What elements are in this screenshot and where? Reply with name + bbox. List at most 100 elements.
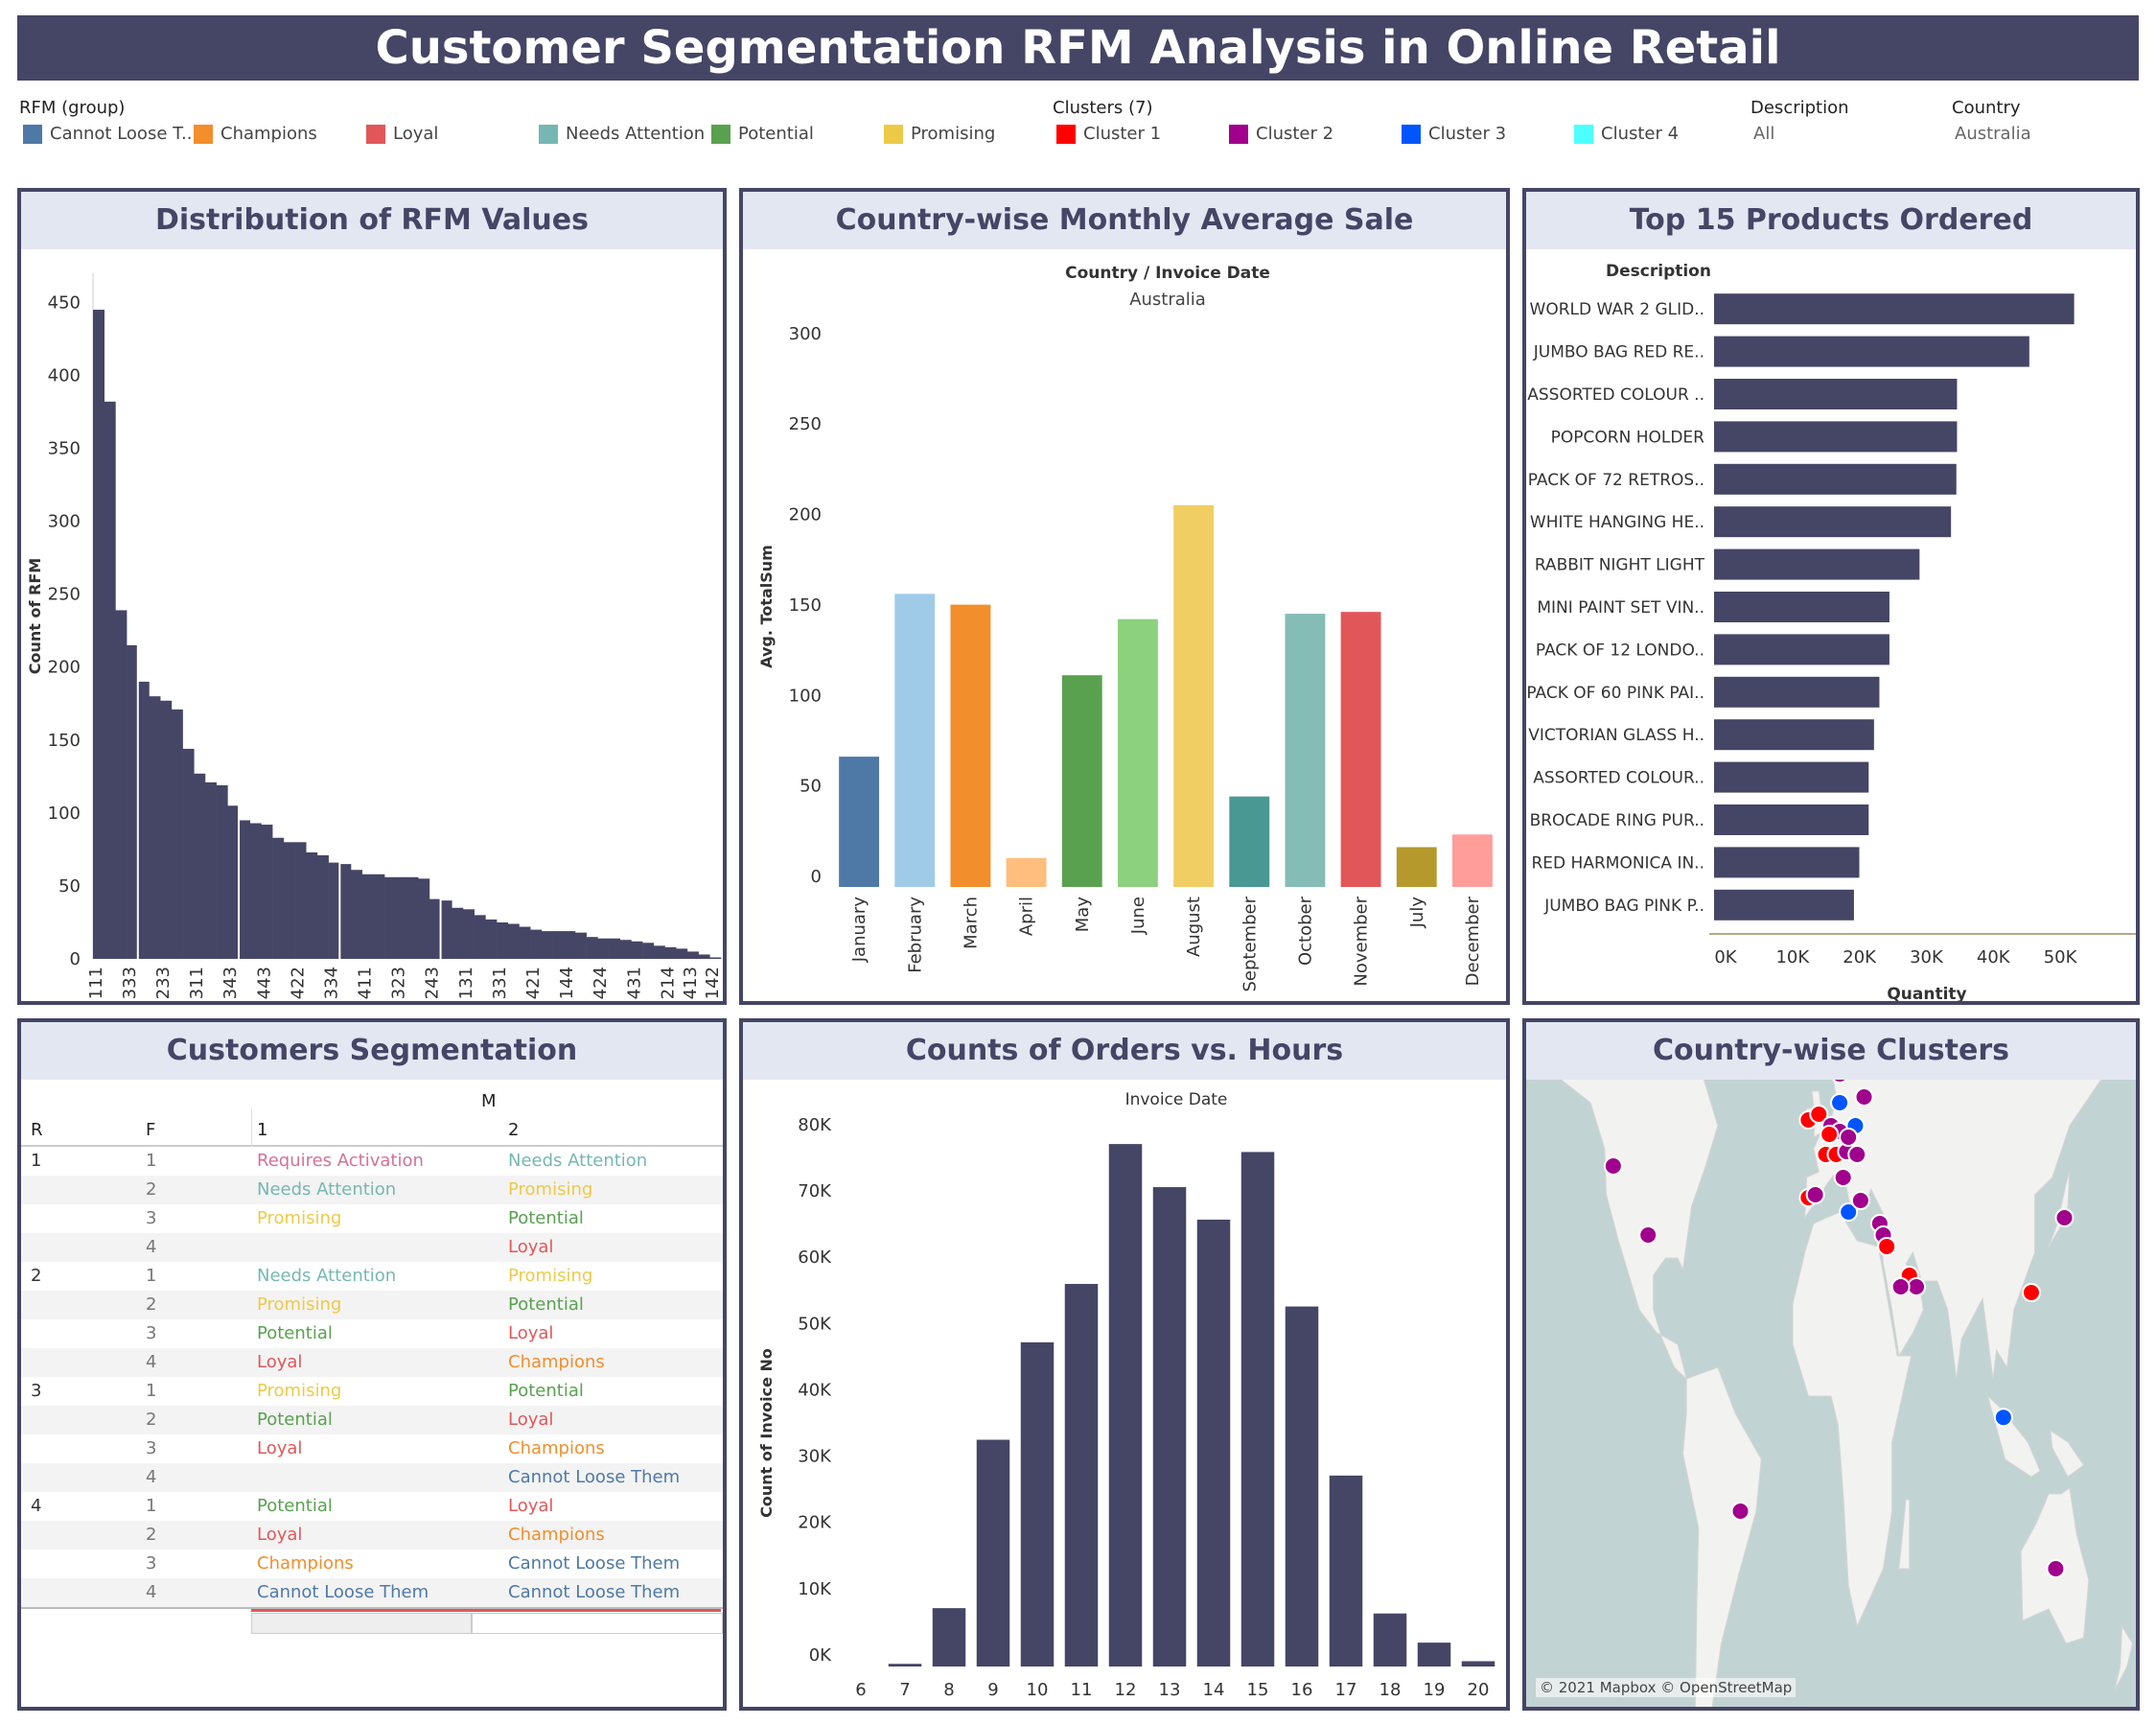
cluster-legend-item[interactable]: Cluster 4 <box>1574 124 1679 144</box>
hour-bar <box>1064 1284 1099 1667</box>
x-tick-label: 10 <box>1027 1680 1049 1700</box>
rfm-bar <box>384 876 397 959</box>
segment-cell: Promising <box>257 1381 342 1401</box>
segment-cell: Needs Attention <box>257 1266 397 1286</box>
hour-bar <box>1196 1219 1231 1667</box>
segment-cell: Cannot Loose Them <box>508 1553 681 1573</box>
rfm-bar <box>574 932 587 959</box>
y-tick-label: 300 <box>789 324 822 344</box>
hour-bar <box>1108 1144 1143 1667</box>
y-tick-label: 300 <box>48 512 81 532</box>
month-bar <box>894 594 936 887</box>
country-cluster-marker <box>1839 1128 1859 1147</box>
rfm-legend-item[interactable]: Loyal <box>366 124 438 144</box>
rfm-legend-item[interactable]: Needs Attention <box>539 124 705 144</box>
x-tick-label: 30K <box>1910 947 1944 967</box>
rfm-legend-item[interactable]: Cannot Loose T.. <box>23 124 192 144</box>
rfm-bar <box>530 929 543 959</box>
table-row: 2 Promising Potential <box>21 1291 723 1319</box>
y-tick-label: 70K <box>798 1181 832 1201</box>
orders-hours-chart: Invoice Date 0K 10K 20K 30K 40K 50K 60K 70K 80K Co… <box>757 1090 1495 1700</box>
country-cluster-marker <box>2054 1208 2075 1227</box>
country-cluster-marker <box>1638 1225 1658 1245</box>
f-value: 4 <box>146 1352 157 1372</box>
legend-label: Cluster 4 <box>1601 124 1680 144</box>
segment-cell: Loyal <box>257 1438 303 1458</box>
country-cluster-marker <box>1877 1237 1897 1256</box>
product-label: PACK OF 60 PINK PAI.. <box>1526 684 1704 703</box>
rfm-distribution-chart: 0 50 100 150 200 250 300 350 400 450 Count of RFM 1… <box>26 273 723 999</box>
x-tick-label: 334 <box>321 967 341 999</box>
country-filter-value[interactable]: Australia <box>1955 124 2031 144</box>
rfm-legend-item[interactable]: Champions <box>194 124 317 144</box>
x-tick-label: 14 <box>1203 1680 1225 1700</box>
rfm-bar <box>339 864 352 959</box>
f-value: 2 <box>146 1525 157 1545</box>
f-value: 3 <box>146 1208 157 1228</box>
country-cluster-marker <box>1993 1408 2013 1428</box>
rfm-bar <box>328 862 340 959</box>
legend-label: Cluster 3 <box>1428 124 1507 144</box>
clusters-map[interactable]: © 2021 Mapbox © OpenStreetMap <box>1526 1080 2136 1707</box>
panel-title: Country-wise Monthly Average Sale <box>743 192 1506 249</box>
rfm-legend-item[interactable]: Potential <box>711 124 814 144</box>
month-bar <box>1396 847 1437 887</box>
map-canvas[interactable] <box>1526 1080 2136 1707</box>
legend-label: Cannot Loose T.. <box>50 124 193 144</box>
rfm-distribution-panel: Distribution of RFM Values 0 50 100 150 200 2… <box>17 188 727 1005</box>
table-row: 3 Promising Potential <box>21 1204 723 1233</box>
rfm-bar <box>227 805 240 959</box>
top-products-chart: Description WORLD WAR 2 GLID.. JUMBO BAG R… <box>1526 262 2136 1001</box>
rfm-bar <box>462 909 475 959</box>
month-bar <box>1340 612 1381 887</box>
hour-bar <box>888 1664 922 1667</box>
table-row: 3 Loyal Champions <box>21 1434 723 1463</box>
x-tick-label: January <box>849 897 869 964</box>
product-bar <box>1714 463 1957 495</box>
x-tick-label: 111 <box>86 967 106 999</box>
segment-cell: Champions <box>508 1525 605 1545</box>
f-value: 2 <box>146 1294 157 1315</box>
rfm-bar <box>653 945 665 959</box>
rfm-bar <box>418 878 430 959</box>
cluster-legend-item[interactable]: Cluster 2 <box>1229 124 1333 144</box>
cluster-legend-item[interactable]: Cluster 1 <box>1056 124 1161 144</box>
x-tick-label: 424 <box>591 967 611 999</box>
segment-cell: Loyal <box>257 1525 303 1545</box>
table-row: 3 Potential Loyal <box>21 1319 723 1348</box>
rfm-legend-item[interactable]: Promising <box>884 124 995 144</box>
land-shape <box>1898 1499 1911 1570</box>
f-value: 4 <box>146 1467 157 1487</box>
table-row: 4 Cannot Loose Them Cannot Loose Them <box>21 1578 723 1607</box>
hour-bar <box>1461 1661 1495 1667</box>
panel-title: Counts of Orders vs. Hours <box>743 1022 1506 1080</box>
product-bar <box>1714 421 1958 453</box>
country-cluster-marker <box>1847 1145 1867 1164</box>
description-filter-value[interactable]: All <box>1753 124 1774 144</box>
rfm-bar <box>283 842 295 959</box>
x-tick-label: 7 <box>899 1680 910 1700</box>
x-tick-label: March <box>961 897 981 949</box>
segment-cell: Requires Activation <box>257 1151 424 1171</box>
y-tick-label: 20K <box>798 1513 832 1533</box>
segment-cell: Champions <box>508 1352 605 1372</box>
y-tick-label: 0 <box>70 949 81 969</box>
panel-title: Distribution of RFM Values <box>21 192 723 249</box>
y-tick-label: 150 <box>789 595 822 616</box>
segment-cell: Potential <box>508 1294 584 1315</box>
legend-label: Needs Attention <box>566 124 706 144</box>
cluster-legend-item[interactable]: Cluster 3 <box>1402 124 1506 144</box>
chart-header: Invoice Date <box>1125 1090 1228 1109</box>
y-tick-label: 40K <box>798 1380 832 1400</box>
rfm-bar <box>272 837 285 959</box>
segment-cell: Loyal <box>257 1352 303 1372</box>
x-tick-label: November <box>1352 896 1372 986</box>
horizontal-scrollbar[interactable] <box>251 1613 472 1634</box>
scrollbar-track[interactable] <box>472 1613 723 1634</box>
product-bar <box>1714 847 1860 878</box>
segmentation-panel: Customers Segmentation M R F 1 2 1 1 Requires A… <box>17 1018 727 1711</box>
rfm-bar <box>316 854 329 959</box>
product-label: RABBIT NIGHT LIGHT <box>1535 556 1705 575</box>
x-tick-label: 243 <box>423 967 443 999</box>
monthly-sale-panel: Country-wise Monthly Average Sale Countr… <box>739 188 1510 1005</box>
